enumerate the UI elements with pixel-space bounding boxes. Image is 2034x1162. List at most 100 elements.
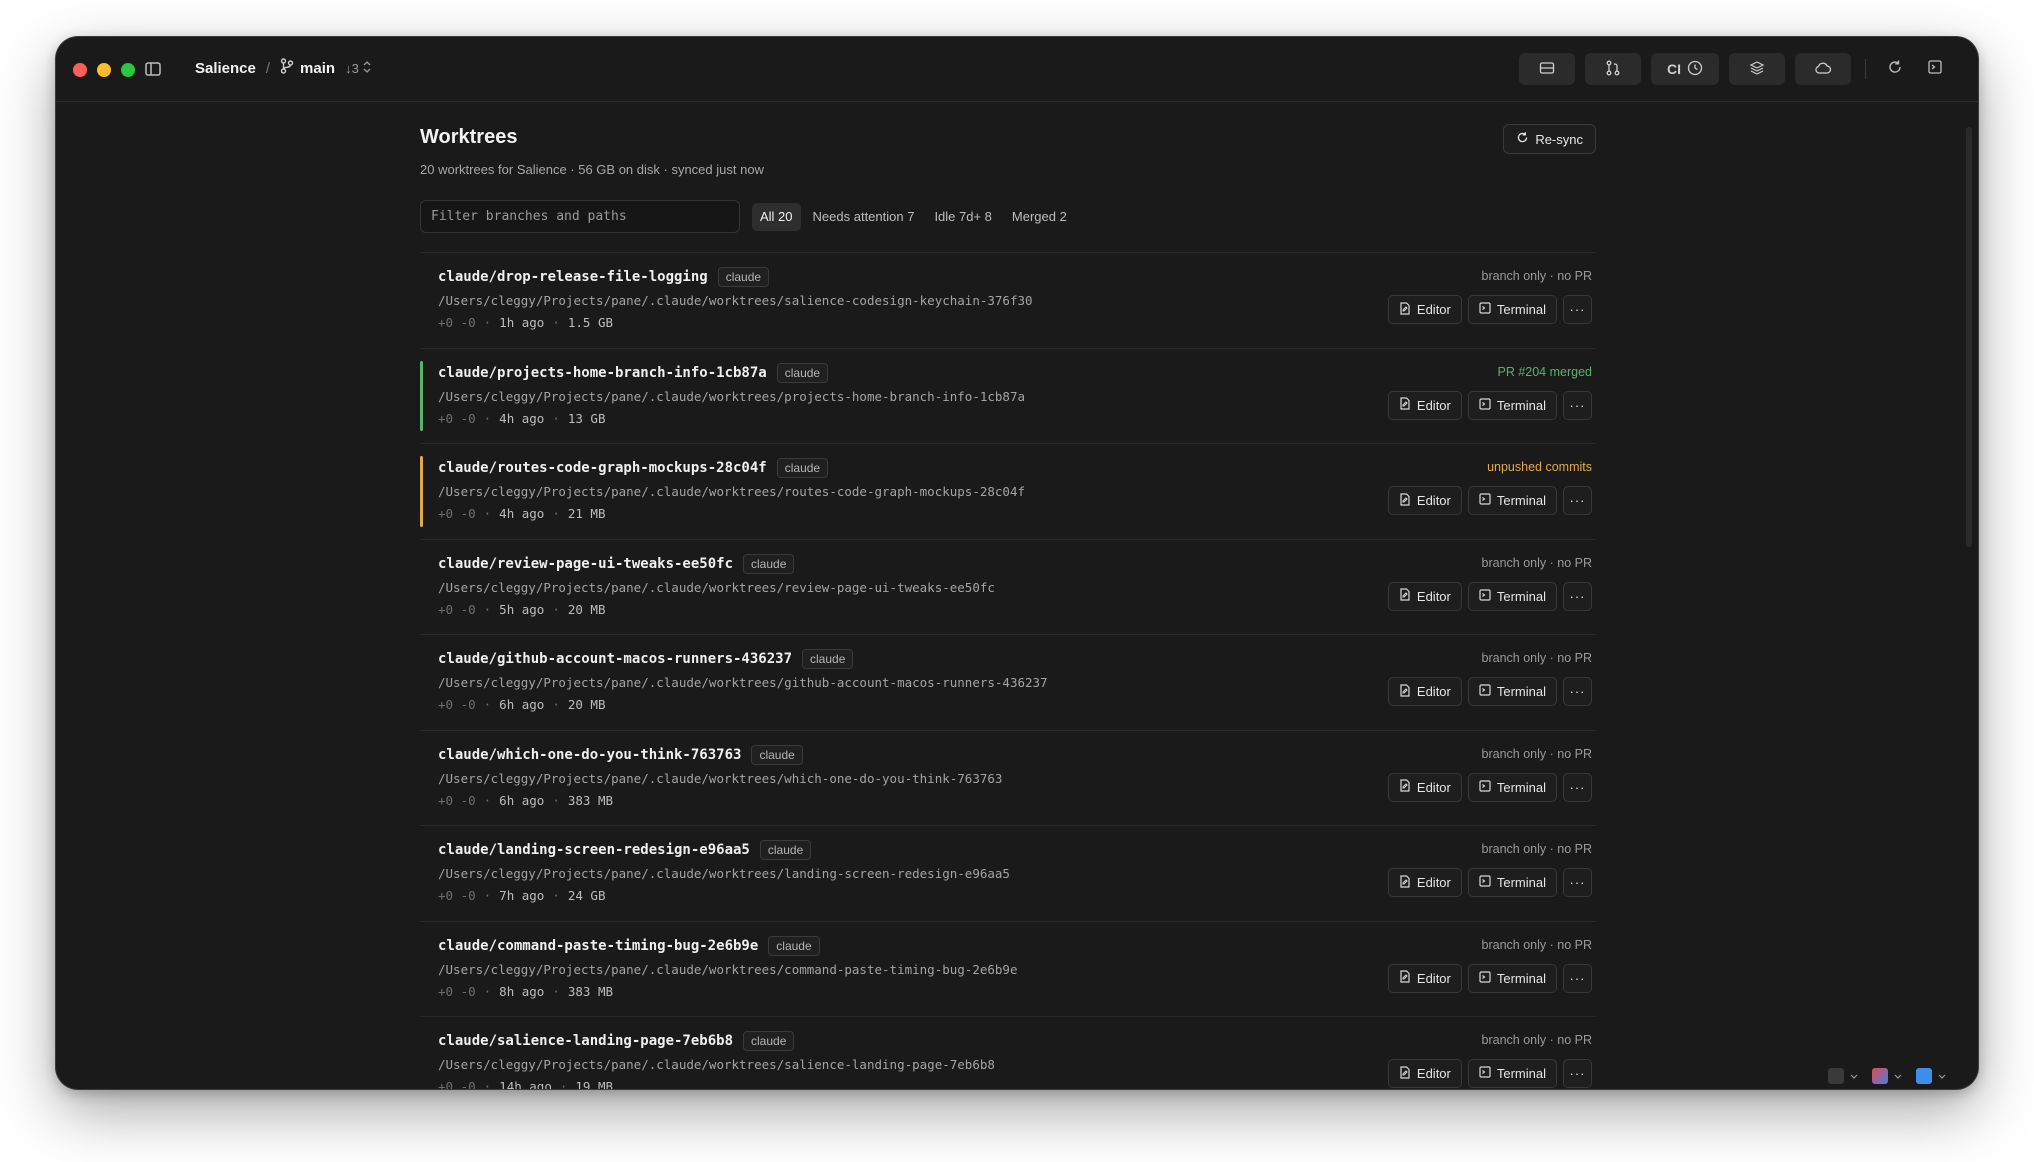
tab-idle[interactable]: Idle 7d+ 8	[926, 203, 999, 231]
disk-size: 383 MB	[567, 983, 614, 999]
open-terminal-button[interactable]: Terminal	[1467, 581, 1557, 611]
pr-status: branch only · no PR	[1481, 937, 1592, 952]
worktree-meta: +0 -0 · 4h ago · 21 MB	[438, 506, 606, 521]
resync-button[interactable]: Re-sync	[1503, 124, 1596, 154]
worktree-branch-name[interactable]: claude/landing-screen-redesign-e96aa5	[438, 842, 750, 858]
branch-selector[interactable]: main	[280, 58, 335, 78]
tray-item-notes[interactable]	[1828, 1067, 1858, 1085]
open-editor-button[interactable]: Editor	[1387, 1059, 1462, 1088]
open-terminal-button[interactable]: Terminal	[1467, 963, 1557, 993]
repo-name[interactable]: Salience	[195, 60, 256, 77]
sidebar-toggle-icon[interactable]	[144, 60, 162, 78]
worktree-branch-name[interactable]: claude/routes-code-graph-mockups-28c04f	[438, 460, 767, 476]
scrollbar[interactable]	[1966, 127, 1972, 547]
meta-separator: ·	[552, 506, 560, 521]
more-actions-button[interactable]: ···	[1563, 868, 1592, 897]
worktree-meta: +0 -0 · 1h ago · 1.5 GB	[438, 315, 613, 330]
pr-status: branch only · no PR	[1481, 269, 1592, 283]
open-editor-button[interactable]: Editor	[1387, 963, 1462, 993]
worktree-branch-name[interactable]: claude/which-one-do-you-think-763763	[438, 747, 741, 763]
worktree-row[interactable]: claude/which-one-do-you-think-763763 cla…	[420, 731, 1596, 826]
open-terminal-button[interactable]: Terminal	[1467, 390, 1557, 420]
file-code-icon	[1399, 683, 1411, 700]
worktree-row[interactable]: claude/drop-release-file-logging claude …	[420, 253, 1596, 349]
worktree-path: /Users/cleggy/Projects/pane/.claude/work…	[438, 866, 1010, 881]
minimize-window-button[interactable]	[97, 63, 111, 77]
row-actions: Editor Terminal ···	[1387, 486, 1592, 515]
disk-size: 21 MB	[567, 506, 606, 521]
tray-item-finder[interactable]	[1916, 1067, 1946, 1085]
open-editor-button[interactable]: Editor	[1387, 772, 1462, 802]
worktree-meta: +0 -0 · 14h ago · 19 MB	[438, 1079, 613, 1089]
agent-tag: claude	[743, 1031, 795, 1051]
worktree-branch-name[interactable]: claude/github-account-macos-runners-4362…	[438, 651, 792, 667]
tray-item-palette[interactable]	[1872, 1067, 1902, 1085]
open-editor-button[interactable]: Editor	[1387, 486, 1462, 515]
more-actions-button[interactable]: ···	[1563, 581, 1592, 611]
terminal-icon	[1479, 970, 1491, 986]
open-terminal-button[interactable]: Terminal	[1467, 772, 1557, 802]
tab-needs-attention[interactable]: Needs attention 7	[805, 203, 923, 231]
stack-button[interactable]	[1729, 53, 1785, 85]
refresh-button[interactable]	[1880, 53, 1910, 85]
open-editor-button[interactable]: Editor	[1387, 295, 1462, 324]
row-actions: Editor Terminal ···	[1387, 1059, 1592, 1088]
disk-size: 20 MB	[567, 697, 606, 712]
filter-input[interactable]: Filter branches and paths	[420, 200, 740, 233]
editor-label: Editor	[1416, 684, 1451, 699]
worktree-branch-name[interactable]: claude/salience-landing-page-7eb6b8	[438, 1033, 733, 1049]
worktree-row[interactable]: claude/github-account-macos-runners-4362…	[420, 635, 1596, 731]
pr-status[interactable]: PR #204 merged	[1497, 365, 1592, 379]
branch-behind-count[interactable]: ↓3	[345, 61, 371, 76]
worktree-branch-name[interactable]: claude/command-paste-timing-bug-2e6b9e	[438, 938, 758, 954]
toolbar-right: CI	[1519, 53, 1950, 85]
meta-separator: ·	[483, 601, 492, 617]
zoom-window-button[interactable]	[121, 63, 135, 77]
more-actions-button[interactable]: ···	[1563, 772, 1592, 802]
worktree-branch-name[interactable]: claude/projects-home-branch-info-1cb87a	[438, 365, 767, 381]
worktree-row[interactable]: claude/routes-code-graph-mockups-28c04f …	[420, 444, 1596, 540]
worktree-row[interactable]: claude/landing-screen-redesign-e96aa5 cl…	[420, 826, 1596, 922]
open-terminal-button[interactable]: Terminal	[1467, 295, 1557, 324]
cloud-button[interactable]	[1795, 53, 1851, 85]
tab-all[interactable]: All 20	[752, 202, 801, 231]
worktree-row[interactable]: claude/projects-home-branch-info-1cb87a …	[420, 349, 1596, 444]
editor-label: Editor	[1416, 493, 1451, 508]
breadcrumb: Salience / main ↓3	[195, 58, 371, 78]
close-window-button[interactable]	[73, 63, 87, 77]
merged-indicator	[420, 360, 423, 431]
more-actions-button[interactable]: ···	[1563, 295, 1592, 324]
open-editor-button[interactable]: Editor	[1387, 390, 1462, 420]
terminal-label: Terminal	[1496, 684, 1546, 699]
agent-tag: claude	[768, 935, 820, 956]
worktree-branch-name[interactable]: claude/review-page-ui-tweaks-ee50fc	[438, 556, 733, 572]
worktree-row[interactable]: claude/command-paste-timing-bug-2e6b9e c…	[420, 922, 1596, 1017]
clock-icon	[1687, 60, 1703, 79]
worktrees-page: Worktrees 20 worktrees for Salience · 56…	[420, 102, 1596, 1089]
ci-status-button[interactable]: CI	[1651, 53, 1719, 85]
more-actions-button[interactable]: ···	[1563, 963, 1592, 993]
worktree-row[interactable]: claude/review-page-ui-tweaks-ee50fc clau…	[420, 540, 1596, 635]
more-actions-button[interactable]: ···	[1563, 390, 1592, 420]
open-terminal-button[interactable]: Terminal	[1467, 486, 1557, 515]
more-actions-button[interactable]: ···	[1563, 486, 1592, 515]
open-terminal-button[interactable]: Terminal	[1467, 677, 1557, 706]
terminal-panel-icon	[1927, 59, 1943, 80]
more-actions-button[interactable]: ···	[1563, 1059, 1592, 1088]
terminal-panel-button[interactable]	[1920, 53, 1950, 85]
worktree-view-button[interactable]	[1519, 53, 1575, 85]
notes-icon	[1828, 1068, 1844, 1084]
open-editor-button[interactable]: Editor	[1387, 581, 1462, 611]
open-editor-button[interactable]: Editor	[1387, 677, 1462, 706]
file-code-icon	[1399, 492, 1411, 509]
row-actions: Editor Terminal ···	[1387, 963, 1592, 993]
more-actions-button[interactable]: ···	[1563, 677, 1592, 706]
open-terminal-button[interactable]: Terminal	[1467, 868, 1557, 897]
tab-merged[interactable]: Merged 2	[1004, 203, 1075, 231]
worktree-branch-name[interactable]: claude/drop-release-file-logging	[438, 269, 708, 285]
worktree-row[interactable]: claude/salience-landing-page-7eb6b8 clau…	[420, 1017, 1596, 1089]
branch-line: claude/github-account-macos-runners-4362…	[438, 649, 854, 669]
open-editor-button[interactable]: Editor	[1387, 868, 1462, 897]
pull-requests-button[interactable]	[1585, 53, 1641, 85]
open-terminal-button[interactable]: Terminal	[1467, 1059, 1557, 1088]
